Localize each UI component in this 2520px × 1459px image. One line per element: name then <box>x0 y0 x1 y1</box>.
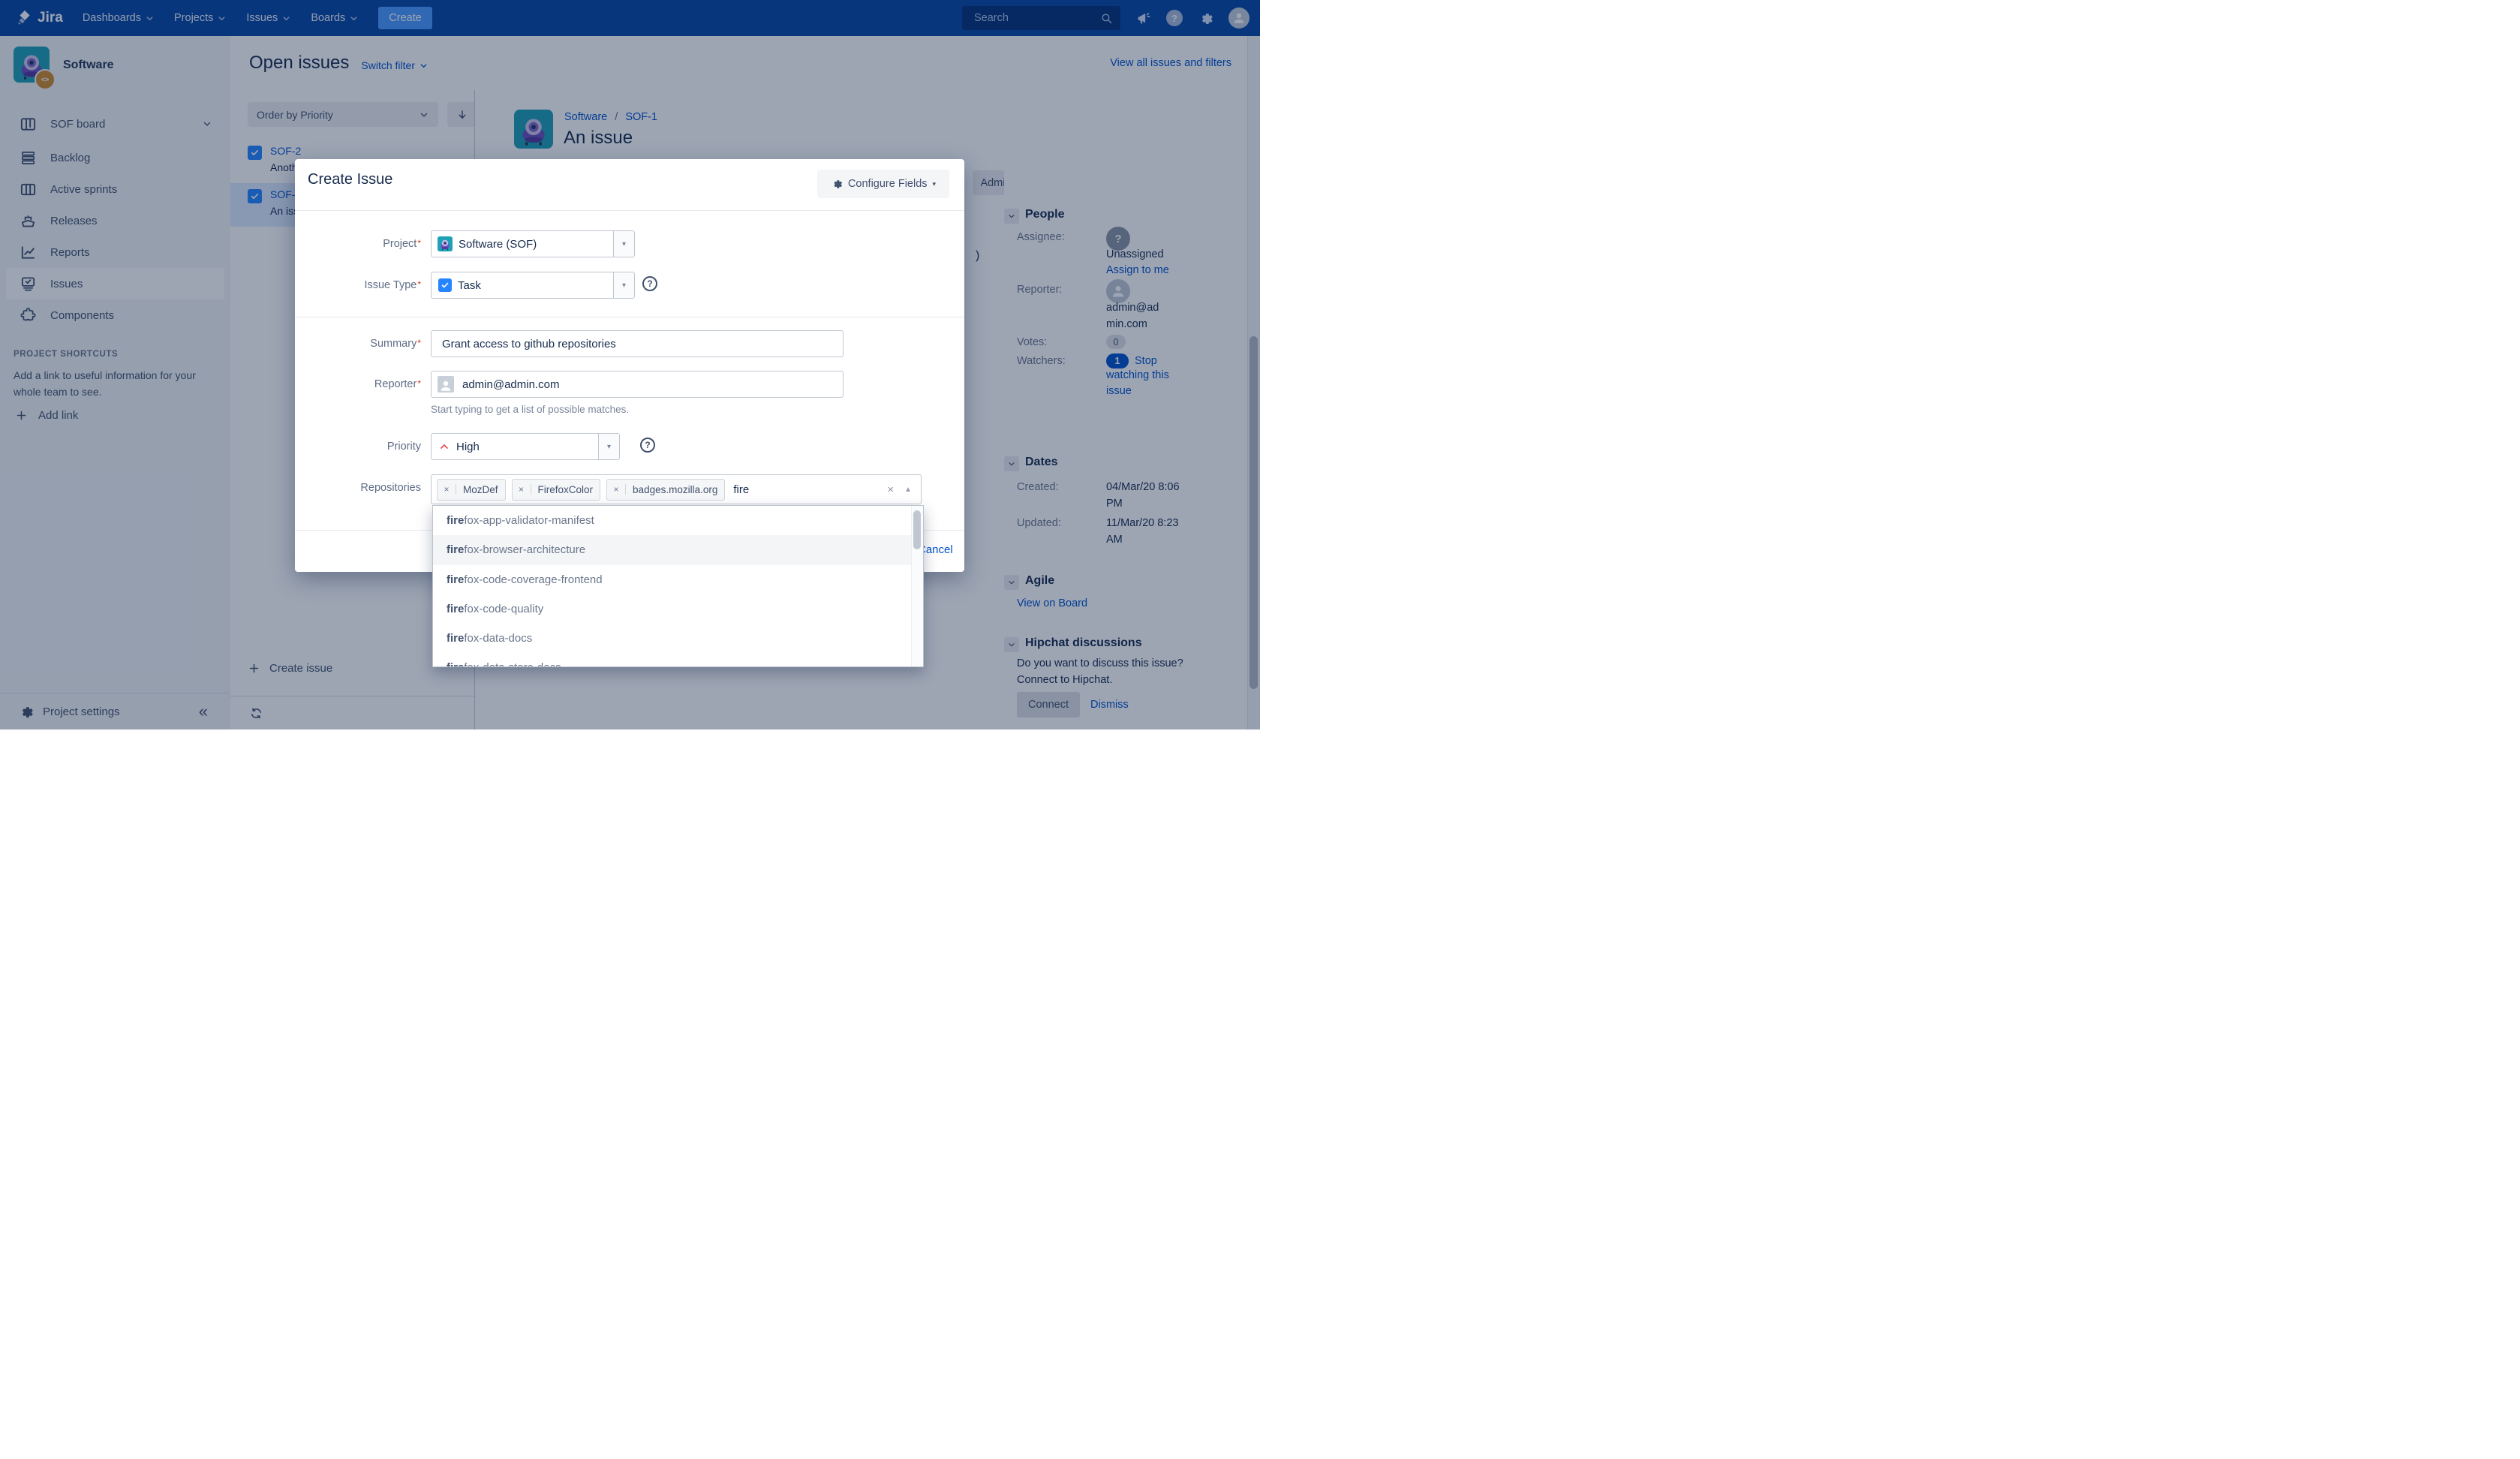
repo-option[interactable]: firefox-data-docs <box>433 624 923 653</box>
repo-chip: × badges.mozilla.org <box>606 479 725 501</box>
caret-up-icon[interactable]: ▲ <box>904 486 912 494</box>
select-caret-icon[interactable]: ▾ <box>613 231 634 257</box>
repositories-field-label: Repositories <box>308 482 421 494</box>
project-select[interactable]: Software (SOF) ▾ <box>431 230 635 257</box>
repo-option[interactable]: firefox-app-validator-manifest <box>433 506 923 535</box>
priority-select[interactable]: High ▾ <box>431 433 620 460</box>
caret-down-icon: ▾ <box>933 180 937 188</box>
reporter-hint: Start typing to get a list of possible m… <box>431 404 629 415</box>
repo-dropdown: firefox-app-validator-manifestfirefox-br… <box>432 505 924 667</box>
repo-dropdown-list: firefox-app-validator-manifestfirefox-br… <box>433 506 923 667</box>
project-field-label: Project* <box>308 238 421 250</box>
select-caret-icon[interactable]: ▾ <box>598 434 619 459</box>
priority-field-label: Priority <box>308 441 421 453</box>
modal-title: Create Issue <box>308 171 392 188</box>
repo-chip: × FirefoxColor <box>512 479 601 501</box>
repo-chip-label: MozDef <box>456 484 505 495</box>
dropdown-scrollbar[interactable] <box>911 506 923 666</box>
reporter-input[interactable] <box>461 378 843 392</box>
configure-fields-button[interactable]: Configure Fields ▾ <box>817 170 949 198</box>
remove-chip-icon[interactable]: × <box>513 484 531 495</box>
reporter-input-wrap <box>431 371 844 398</box>
priority-select-value: High <box>456 441 480 453</box>
priority-high-icon <box>438 441 450 453</box>
repo-chip-label: badges.mozilla.org <box>626 484 724 495</box>
reporter-avatar-small <box>438 376 454 393</box>
repo-chip: × MozDef <box>437 479 506 501</box>
jira-app: Jira Dashboards Projects Issues Boards C… <box>0 0 1260 730</box>
repo-option[interactable]: firefox-browser-architecture <box>433 535 923 564</box>
dropdown-scrollbar-thumb[interactable] <box>913 510 921 549</box>
repo-chip-label: FirefoxColor <box>531 484 600 495</box>
reporter-field-label: Reporter* <box>308 378 421 390</box>
priority-help-icon[interactable]: ? <box>640 438 655 453</box>
task-type-icon <box>438 278 452 292</box>
summary-field-label: Summary* <box>308 338 421 350</box>
issue-type-field-label: Issue Type* <box>308 279 421 291</box>
remove-chip-icon[interactable]: × <box>607 484 626 495</box>
issue-type-select[interactable]: Task ▾ <box>431 272 635 299</box>
repositories-query-text[interactable]: fire <box>733 483 749 496</box>
repo-option[interactable]: firefox-data-store-docs <box>433 653 923 667</box>
modal-header-divider <box>295 210 964 211</box>
configure-fields-label: Configure Fields <box>848 178 928 190</box>
issue-type-help-icon[interactable]: ? <box>642 276 657 291</box>
project-select-value: Software (SOF) <box>459 238 537 251</box>
summary-input-wrap <box>431 330 844 357</box>
repo-option[interactable]: firefox-code-coverage-frontend <box>433 565 923 594</box>
repositories-multiselect[interactable]: × MozDef × FirefoxColor × badges.mozilla… <box>431 474 922 504</box>
select-caret-icon[interactable]: ▾ <box>613 272 634 298</box>
issue-type-select-value: Task <box>458 279 481 292</box>
repo-option[interactable]: firefox-code-quality <box>433 594 923 624</box>
remove-chip-icon[interactable]: × <box>438 484 456 495</box>
clear-field-icon[interactable]: × <box>887 483 894 496</box>
summary-input[interactable] <box>441 337 843 351</box>
gear-icon <box>831 178 843 190</box>
project-avatar-small <box>438 236 453 251</box>
